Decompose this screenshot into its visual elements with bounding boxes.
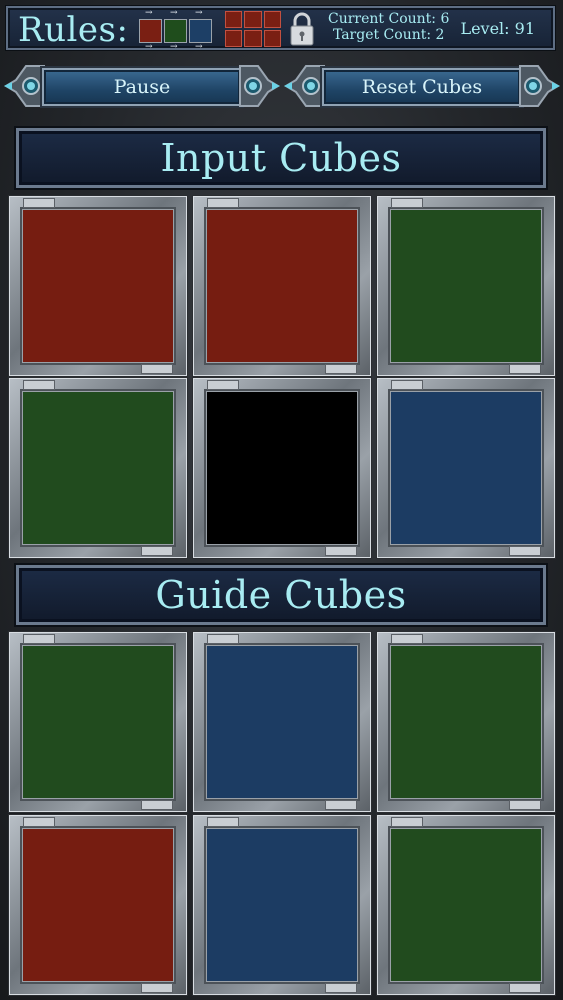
input-cube-face <box>20 389 176 547</box>
target-pattern-grid <box>225 11 281 47</box>
guide-cube <box>377 632 555 812</box>
guide-cubes-header: Guide Cubes <box>16 565 546 625</box>
guide-cube-face <box>204 643 360 801</box>
pause-button[interactable]: Pause <box>42 68 242 106</box>
input-cube[interactable] <box>377 378 555 558</box>
guide-cube <box>9 632 187 812</box>
arrow-right-icon: → <box>195 8 203 18</box>
arrow-right-icon: → <box>170 8 178 18</box>
target-count: Target Count: 2 <box>332 27 445 43</box>
guide-cube-face <box>388 643 544 801</box>
arrow-right-icon: → <box>170 42 178 52</box>
arrow-right-icon: → <box>195 42 203 52</box>
input-cube-face <box>388 207 544 365</box>
current-count: Current Count: 6 <box>328 11 450 27</box>
input-cube-face <box>204 389 360 547</box>
arrow-right-icon: → <box>145 42 153 52</box>
guide-cube-face <box>20 643 176 801</box>
target-pattern-cell <box>244 30 262 47</box>
target-pattern-cell <box>244 11 262 28</box>
target-pattern-cell <box>225 11 243 28</box>
reset-cubes-button[interactable]: Reset Cubes <box>322 68 522 106</box>
input-cube[interactable] <box>9 378 187 558</box>
input-cube[interactable] <box>377 196 555 376</box>
count-display: Current Count: 6 Target Count: 2 <box>328 11 449 43</box>
rule-swatch-blue <box>189 19 212 43</box>
guide-cube <box>377 815 555 995</box>
input-cube[interactable] <box>193 196 371 376</box>
rules-label: Rules: <box>18 10 129 50</box>
rule-swatch-red <box>139 19 162 43</box>
guide-cube-face <box>204 826 360 984</box>
input-cube-face <box>204 207 360 365</box>
arrow-right-icon: → <box>145 8 153 18</box>
target-pattern-cell <box>263 11 281 28</box>
guide-cube-face <box>20 826 176 984</box>
input-cube-face <box>388 389 544 547</box>
pause-button-frame: Pause <box>4 60 280 112</box>
input-cube-face <box>20 207 176 365</box>
guide-cube <box>193 632 371 812</box>
input-cube[interactable] <box>193 378 371 558</box>
guide-cube <box>9 815 187 995</box>
target-pattern-cell <box>263 30 281 47</box>
ornament-right-icon <box>239 65 280 107</box>
rule-swatch-green <box>164 19 187 43</box>
target-pattern-cell <box>225 30 243 47</box>
input-cubes-header: Input Cubes <box>16 128 546 188</box>
guide-cube-face <box>388 826 544 984</box>
reset-button-frame: Reset Cubes <box>284 60 560 112</box>
rules-bar: Rules: → → → → → → Current Count: 6 Targ… <box>6 6 555 52</box>
ornament-right-icon <box>519 65 560 107</box>
input-cube[interactable] <box>9 196 187 376</box>
padlock-icon <box>290 12 314 46</box>
guide-cube <box>193 815 371 995</box>
level-indicator: Level: 91 <box>460 19 535 38</box>
